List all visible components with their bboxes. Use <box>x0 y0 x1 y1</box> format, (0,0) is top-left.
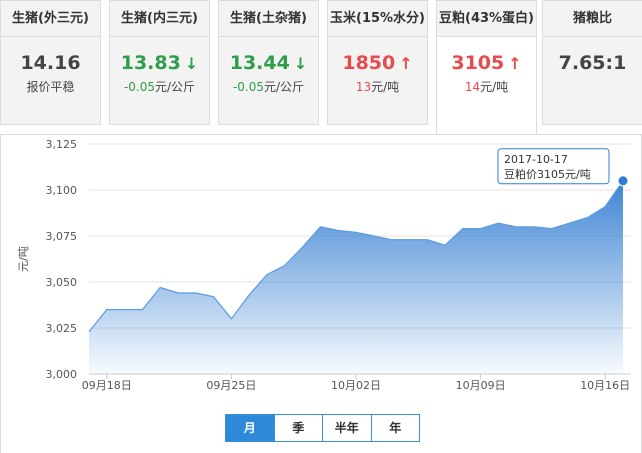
range-selector: 月季半年年 <box>225 414 420 442</box>
tab-4[interactable]: 豆粕(43%蛋白) 3105 ↑ 14元/吨 <box>436 0 537 134</box>
y-tick-label: 3,125 <box>46 138 78 151</box>
tab-title: 玉米(15%水分) <box>328 1 427 37</box>
y-tick-label: 3,100 <box>46 184 78 197</box>
y-tick-label: 3,000 <box>46 368 78 381</box>
tab-title: 生猪(内三元) <box>110 1 209 37</box>
tab-0[interactable]: 生猪(外三元) 14.16 报价平稳 <box>0 0 101 125</box>
tab-value-number: 14.16 <box>20 52 81 74</box>
tab-title: 豆粕(43%蛋白) <box>437 1 536 37</box>
tab-title: 生猪(外三元) <box>1 1 100 37</box>
tab-value: 14.16 <box>1 51 100 75</box>
tab-2[interactable]: 生猪(土杂猪) 13.44 ↓ -0.05元/公斤 <box>218 0 319 125</box>
tab-title: 猪粮比 <box>543 1 642 37</box>
tab-subtext: -0.05元/公斤 <box>123 80 196 94</box>
x-tick-label: 10月02日 <box>331 379 381 392</box>
range-button-3[interactable]: 年 <box>371 414 420 442</box>
tab-subtext: 13元/吨 <box>355 80 400 94</box>
x-tick-label: 10月09日 <box>456 379 506 392</box>
tab-subtext: 报价平稳 <box>26 80 75 94</box>
price-chart: 3,000 3,025 3,050 3,075 3,100 3,125 元/吨 09月18日 0… <box>17 138 631 392</box>
tab-value: 7.65:1 <box>543 51 642 75</box>
y-axis-label: 元/吨 <box>17 246 30 272</box>
arrow-up-icon: ↑ <box>399 54 413 73</box>
tab-subtext: 14元/吨 <box>464 80 509 94</box>
arrow-down-icon: ↓ <box>293 54 308 73</box>
y-tick-label: 3,025 <box>46 322 78 335</box>
x-tick-label: 09月18日 <box>82 379 132 392</box>
tooltip-value: 豆粕价3105元/吨 <box>504 167 591 181</box>
tab-5[interactable]: 猪粮比 7.65:1 <box>542 0 642 125</box>
range-button-2[interactable]: 半年 <box>323 414 372 442</box>
tooltip-date: 2017-10-17 <box>504 153 568 166</box>
highlight-point <box>617 175 629 187</box>
tab-value-number: 13.44 <box>229 52 290 74</box>
chart-panel: 3,000 3,025 3,050 3,075 3,100 3,125 元/吨 09月18日 0… <box>0 134 642 453</box>
series-area <box>89 180 623 374</box>
tab-value-number: 7.65:1 <box>558 52 627 74</box>
tab-value: 1850 ↑ <box>328 51 427 75</box>
y-tick-label: 3,050 <box>46 276 78 289</box>
range-button-1[interactable]: 季 <box>274 414 323 442</box>
tab-value: 3105 ↑ <box>437 51 536 75</box>
tab-value-number: 13.83 <box>120 52 181 74</box>
arrow-up-icon: ↑ <box>508 54 522 73</box>
tab-value-number: 3105 <box>451 52 505 74</box>
x-tick-label: 09月25日 <box>206 379 256 392</box>
tab-1[interactable]: 生猪(内三元) 13.83 ↓ -0.05元/公斤 <box>109 0 210 125</box>
tab-title: 生猪(土杂猪) <box>219 1 318 37</box>
price-tabs: 生猪(外三元) 14.16 报价平稳 生猪(内三元) 13.83 ↓ -0.05元/公斤 生猪… <box>0 0 642 134</box>
tab-3[interactable]: 玉米(15%水分) 1850 ↑ 13元/吨 <box>327 0 428 125</box>
tab-value-number: 1850 <box>342 52 396 74</box>
arrow-down-icon: ↓ <box>184 54 199 73</box>
range-button-0[interactable]: 月 <box>225 414 275 442</box>
y-tick-label: 3,075 <box>46 230 78 243</box>
tab-value: 13.44 ↓ <box>219 51 318 75</box>
tab-subtext: -0.05元/公斤 <box>232 80 305 94</box>
x-tick-label: 10月16日 <box>580 379 630 392</box>
tab-value: 13.83 ↓ <box>110 51 209 75</box>
